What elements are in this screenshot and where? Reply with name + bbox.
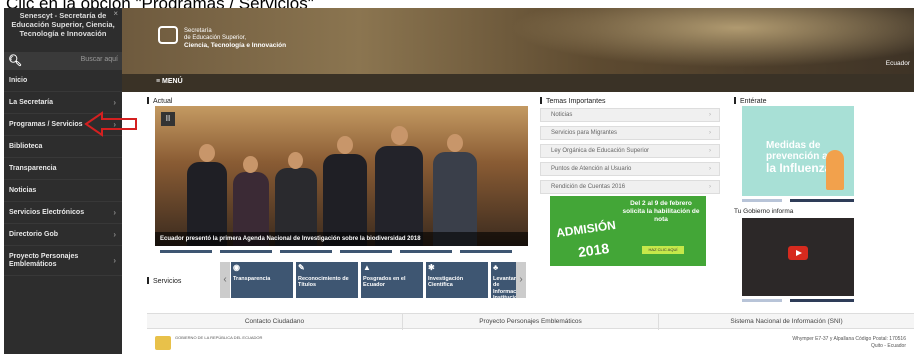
footer-links: Contacto Ciudadano Proyecto Personajes E…	[147, 313, 914, 330]
chevron-right-icon: ›	[709, 130, 711, 136]
servicio-card[interactable]: ✱ Investigación Científica	[426, 262, 488, 298]
eye-icon: ◉	[233, 263, 240, 272]
servicios-heading: Servicios	[147, 277, 181, 285]
child-illustration-icon	[826, 150, 844, 190]
sidebar-item-label: Transparencia	[9, 165, 57, 172]
admision-word: ADMISIÓN	[555, 217, 617, 241]
tema-label: Puntos de Atención al Usuario	[551, 166, 632, 172]
carousel-indicators[interactable]	[160, 250, 520, 253]
sidebar-item-label: Noticias	[9, 187, 37, 194]
tema-item[interactable]: Servicios para Migrantes ›	[540, 126, 720, 140]
play-icon[interactable]	[788, 246, 808, 260]
servicio-card[interactable]: ▲ Posgrados en el Ecuador	[361, 262, 423, 298]
pause-icon[interactable]: II	[161, 112, 175, 126]
sidebar-item-label: Inicio	[9, 77, 28, 84]
footer-address: Whymper E7-37 y Alpallana Código Postal:…	[792, 336, 906, 349]
chevron-right-icon: ›	[113, 208, 116, 217]
tema-item[interactable]: Noticias ›	[540, 108, 720, 122]
senescyt-logo-icon[interactable]	[158, 26, 178, 44]
graduation-cap-icon: ▲	[363, 263, 371, 272]
video-player[interactable]	[742, 218, 854, 296]
servicio-label: Levantamiento de Información Institucion…	[493, 275, 516, 299]
tema-item[interactable]: Ley Orgánica de Educación Superior ›	[540, 144, 720, 158]
footer-link-personajes[interactable]: Proyecto Personajes Emblemáticos	[403, 314, 659, 330]
sidebar-site-title: Senescyt - Secretaría de Educación Super…	[11, 11, 115, 38]
servicio-label: Transparencia	[233, 275, 271, 282]
search-input[interactable]: Buscar aquí	[81, 56, 118, 63]
chevron-right-icon: ›	[709, 148, 711, 154]
search-box[interactable]: 🔍︎ Buscar aquí	[4, 52, 122, 70]
servicio-label: Investigación Científica	[428, 275, 464, 289]
influenza-banner[interactable]: Medidas de prevención ante la Influenza	[742, 106, 854, 196]
admision-year: 2018	[577, 239, 611, 261]
sidebar-item[interactable]: Directorio Gob ›	[4, 224, 122, 246]
close-icon[interactable]: ×	[113, 9, 118, 18]
sidebar-item[interactable]: Transparencia	[4, 158, 122, 180]
video-indicators[interactable]	[742, 299, 854, 302]
header-banner: Secretaría de Educación Superior, Cienci…	[122, 8, 914, 74]
tema-label: Ley Orgánica de Educación Superior	[551, 148, 650, 154]
admision-dates: Del 2 al 9 de febrero solicita la habili…	[622, 200, 700, 223]
sidebar-item[interactable]: Noticias	[4, 180, 122, 202]
sidebar-item[interactable]: Proyecto Personajes Emblemáticos ›	[4, 246, 122, 276]
sitemap-icon: ♣	[493, 263, 499, 272]
tema-item[interactable]: Rendición de Cuentas 2016 ›	[540, 180, 720, 194]
enterate-indicators[interactable]	[742, 199, 854, 202]
gobierno-logo[interactable]: GOBIERNO DE LA REPÚBLICA DEL ECUADOR	[155, 336, 262, 350]
admision-banner[interactable]: ADMISIÓN 2018 Del 2 al 9 de febrero soli…	[550, 196, 706, 266]
browser-page: Clic en la opción "Programas / Servicios…	[0, 0, 914, 354]
chevron-right-icon: ›	[113, 255, 116, 265]
sidebar: Senescyt - Secretaría de Educación Super…	[4, 8, 122, 354]
servicio-label: Posgrados en el Ecuador	[363, 275, 406, 289]
chevron-right-icon: ›	[709, 112, 711, 118]
footer-link-contacto[interactable]: Contacto Ciudadano	[147, 314, 403, 330]
gear-icon: ✱	[428, 263, 435, 272]
footer-link-sni[interactable]: Sistema Nacional de Información (SNI)	[659, 314, 914, 330]
enterate-heading: Entérate	[734, 97, 766, 105]
tema-item[interactable]: Puntos de Atención al Usuario ›	[540, 162, 720, 176]
chevron-right-icon: ›	[709, 166, 711, 172]
admision-button[interactable]: HAZ CLIC AQUÍ	[642, 246, 684, 254]
sidebar-item-label: La Secretaría	[9, 99, 53, 106]
temas-heading: Temas Importantes	[540, 97, 606, 105]
hero-carousel[interactable]: II Ecuador presentó la primera Agenda Na…	[155, 106, 528, 246]
chevron-right-icon: ›	[113, 98, 116, 107]
servicio-card[interactable]: ✎ Reconocimiento de Títulos	[296, 262, 358, 298]
hero-caption[interactable]: Ecuador presentó la primera Agenda Nacio…	[155, 232, 528, 246]
chevron-right-icon: ›	[709, 184, 711, 190]
country-label: Ecuador	[885, 60, 910, 67]
actual-heading: Actual	[147, 97, 172, 105]
tema-label: Noticias	[551, 112, 573, 118]
header-logo-text[interactable]: Secretaría de Educación Superior, Cienci…	[184, 28, 286, 50]
sidebar-item-label: Proyecto Personajes Emblemáticos	[9, 252, 79, 268]
sidebar-item-label: Servicios Electrónicos	[9, 209, 85, 216]
servicios-prev-arrow[interactable]: ‹	[220, 262, 230, 298]
tema-label: Rendición de Cuentas 2016	[551, 184, 626, 190]
annotation-arrow	[84, 111, 137, 137]
nav-bar: ≡ MENÚ	[122, 74, 914, 92]
sidebar-item[interactable]: Servicios Electrónicos ›	[4, 202, 122, 224]
sidebar-item[interactable]: Inicio	[4, 70, 122, 92]
servicio-label: Reconocimiento de Títulos	[298, 275, 349, 289]
edit-icon: ✎	[298, 263, 305, 272]
influenza-line2: la Influenza	[766, 161, 832, 175]
tema-label: Servicios para Migrantes	[551, 130, 618, 136]
menu-button[interactable]: ≡ MENÚ	[156, 78, 183, 85]
sidebar-item[interactable]: Biblioteca	[4, 136, 122, 158]
servicios-next-arrow[interactable]: ›	[516, 262, 526, 298]
servicio-card[interactable]: ♣ Levantamiento de Información Institucio…	[491, 262, 516, 298]
chevron-right-icon: ›	[113, 230, 116, 239]
sidebar-item-label: Directorio Gob	[9, 231, 59, 238]
sidebar-item-label: Biblioteca	[9, 143, 43, 150]
servicio-card[interactable]: ◉ Transparencia	[231, 262, 293, 298]
search-icon[interactable]: 🔍︎	[8, 54, 22, 67]
tu-gobierno-heading: Tu Gobierno informa	[734, 208, 794, 215]
sidebar-item-label: Programas / Servicios	[9, 121, 83, 128]
